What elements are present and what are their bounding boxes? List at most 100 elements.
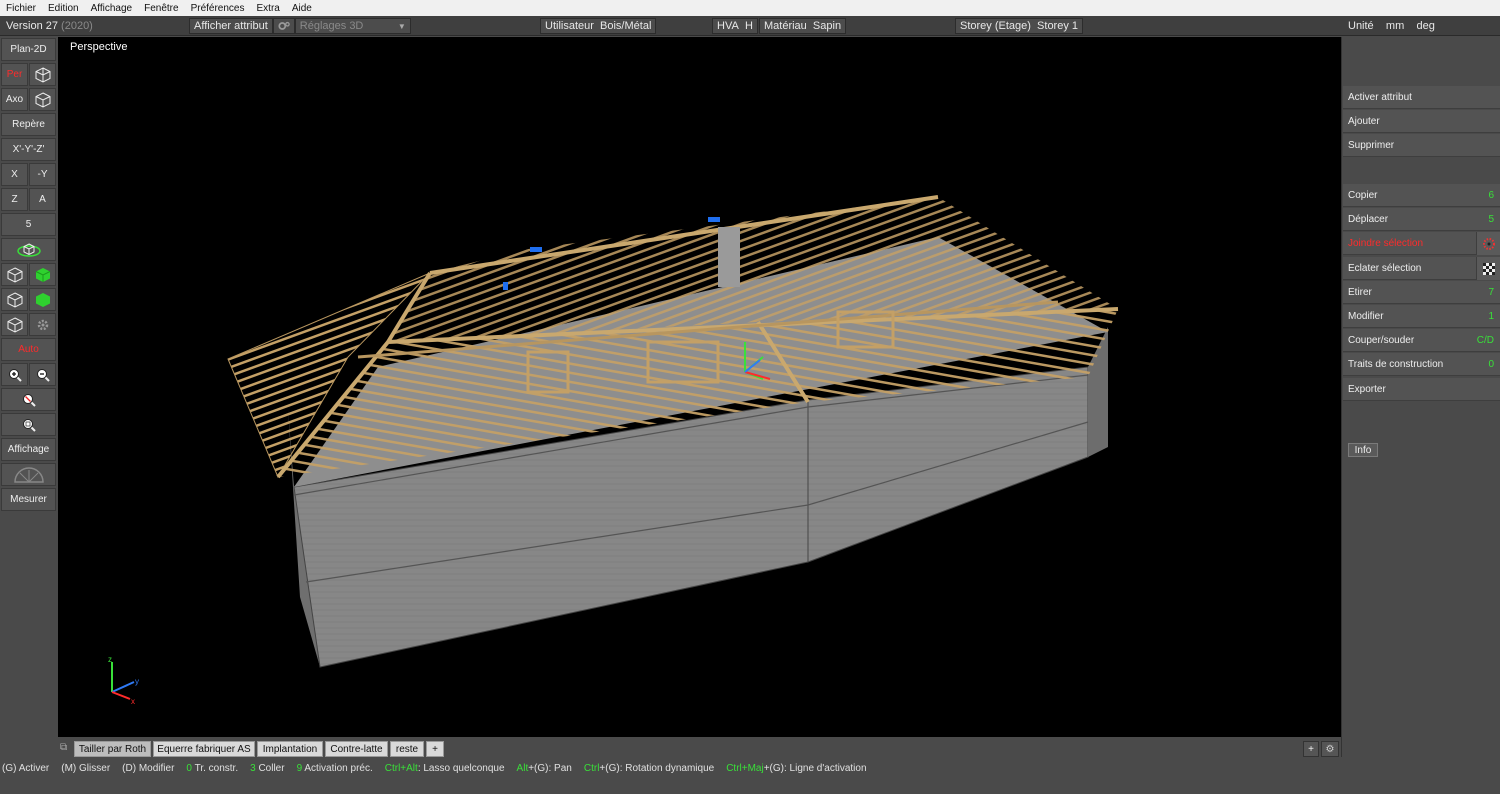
activer-attribut-label: Activer attribut: [1348, 91, 1412, 103]
3d-viewport[interactable]: Perspective z y x: [58, 37, 1341, 737]
axo-cube-icon[interactable]: [29, 88, 56, 111]
tab-contre-latte[interactable]: Contre-latte: [325, 741, 388, 757]
afficher-attribut-button[interactable]: Afficher attribut: [189, 18, 273, 34]
zoom-window-icon[interactable]: [1, 413, 56, 436]
chimney-element: [718, 227, 740, 287]
zoom-in-icon[interactable]: [1, 363, 28, 386]
corner-axis-z-label: z: [108, 655, 112, 664]
axo-label: Axo: [5, 94, 24, 105]
xyz-label: X'-Y'-Z': [12, 144, 45, 155]
view-settings-gear-icon[interactable]: ⚙: [1321, 741, 1339, 757]
status-shortcut: 9: [296, 762, 303, 774]
xyz-button[interactable]: X'-Y'-Z': [1, 138, 56, 161]
menu-preferences[interactable]: Préférences: [191, 3, 245, 14]
tab-tailler-par-roth[interactable]: Tailler par Roth: [74, 741, 151, 757]
status-shortcut: 0: [186, 762, 192, 774]
exporter-label: Exporter: [1348, 383, 1386, 395]
status-coller: 3 Coller: [250, 763, 284, 774]
activer-attribut-button[interactable]: Activer attribut: [1343, 86, 1500, 109]
status-activation-prec: 9 Activation préc.: [297, 763, 373, 774]
menu-edition[interactable]: Edition: [48, 3, 79, 14]
unite-label: Unité: [1348, 20, 1374, 32]
copier-button[interactable]: Copier 6: [1343, 184, 1500, 207]
supprimer-label: Supprimer: [1348, 139, 1395, 151]
gears-icon[interactable]: [272, 18, 295, 34]
menu-affichage[interactable]: Affichage: [91, 3, 133, 14]
blue-marker-2: [708, 217, 720, 222]
status-text: Activation préc.: [304, 762, 373, 774]
auto-button[interactable]: Auto: [1, 338, 56, 361]
mesurer-button[interactable]: Mesurer: [1, 488, 56, 511]
couper-souder-button[interactable]: Couper/souder C/D: [1343, 329, 1500, 352]
status-ligne-activation: Ctrl+Maj+(G): Ligne d'activation: [726, 763, 866, 774]
menu-fichier[interactable]: Fichier: [6, 3, 36, 14]
status-shortcut: Ctrl+Maj: [726, 762, 764, 774]
axo-button[interactable]: Axo: [1, 88, 28, 111]
repere-label: Repère: [12, 119, 45, 130]
deplacer-button[interactable]: Déplacer 5: [1343, 208, 1500, 231]
reglages-3d-value: Réglages 3D: [299, 20, 364, 32]
materiau-field[interactable]: Matériau Sapin: [759, 17, 847, 35]
tab-list-icon[interactable]: ⧉: [60, 742, 67, 753]
joindre-selection-button[interactable]: Joindre sélection: [1343, 232, 1500, 255]
unit-length: mm: [1385, 20, 1405, 32]
status-activer: (G) Activer: [2, 763, 49, 774]
eclater-selection-button[interactable]: Eclater sélection: [1343, 257, 1500, 280]
units-field[interactable]: Unité mm deg: [1344, 17, 1439, 35]
wireframe-cube-icon[interactable]: [1, 263, 28, 286]
perspective-cube-icon[interactable]: [29, 63, 56, 86]
add-view-button[interactable]: +: [1303, 741, 1319, 757]
exporter-button[interactable]: Exporter: [1343, 378, 1500, 401]
deplacer-label: Déplacer: [1348, 213, 1389, 225]
chevron-down-icon: ▼: [397, 21, 406, 31]
reglages-3d-select[interactable]: Réglages 3D ▼: [294, 18, 411, 34]
zoom-extents-icon[interactable]: [1, 388, 56, 411]
traits-construction-shortcut: 0: [1488, 358, 1494, 370]
attribute-controls: Afficher attribut Réglages 3D ▼: [189, 17, 411, 35]
protractor-icon[interactable]: [1, 463, 56, 486]
supprimer-button[interactable]: Supprimer: [1343, 134, 1500, 157]
z-view-button[interactable]: Z: [1, 188, 28, 211]
storey-field[interactable]: Storey (Etage) Storey 1: [955, 17, 1084, 35]
modifier-button[interactable]: Modifier 1: [1343, 305, 1500, 328]
materiau-value: Sapin: [812, 20, 842, 32]
green-rotate-cube-icon[interactable]: [1, 238, 56, 261]
menu-extra[interactable]: Extra: [257, 3, 280, 14]
outline-cube-icon[interactable]: [1, 313, 28, 336]
minus-y-view-button[interactable]: -Y: [29, 163, 56, 186]
x-view-button[interactable]: X: [1, 163, 28, 186]
repere-button[interactable]: Repère: [1, 113, 56, 136]
gear-icon[interactable]: [29, 313, 56, 336]
info-tab-label: Info: [1354, 444, 1372, 456]
copier-label: Copier: [1348, 189, 1378, 201]
utilisateur-field[interactable]: Utilisateur Bois/Métal: [540, 17, 657, 35]
etirer-button[interactable]: Etirer 7: [1343, 281, 1500, 304]
hidden-line-cube-icon[interactable]: [1, 288, 28, 311]
tab-implantation[interactable]: Implantation: [257, 741, 323, 757]
affichage-button[interactable]: Affichage: [1, 438, 56, 461]
zoom-out-icon[interactable]: [29, 363, 56, 386]
a-view-button[interactable]: A: [29, 188, 56, 211]
tab-reste[interactable]: reste: [390, 741, 424, 757]
tab-implantation-label: Implantation: [262, 743, 318, 755]
menu-fenetre[interactable]: Fenêtre: [144, 3, 178, 14]
affichage-label: Affichage: [7, 444, 50, 455]
menu-aide[interactable]: Aide: [292, 3, 312, 14]
shaded-green-cube-icon[interactable]: [29, 288, 56, 311]
add-tab-button[interactable]: +: [426, 741, 444, 757]
afficher-attribut-label: Afficher attribut: [194, 20, 268, 32]
eclater-selection-label: Eclater sélection: [1348, 262, 1422, 274]
five-button[interactable]: 5: [1, 213, 56, 236]
plan2d-button[interactable]: Plan-2D: [1, 38, 56, 61]
solid-green-cube-icon[interactable]: [29, 263, 56, 286]
tab-equerre-fabriquer[interactable]: Equerre fabriquer AS: [153, 741, 255, 757]
info-tab[interactable]: Info: [1348, 443, 1378, 457]
status-key: (M): [61, 762, 77, 774]
deplacer-shortcut: 5: [1488, 213, 1494, 225]
minus-y-label: -Y: [37, 169, 48, 180]
x-label: X: [11, 169, 18, 180]
per-button[interactable]: Per: [1, 63, 28, 86]
traits-construction-button[interactable]: Traits de construction 0: [1343, 353, 1500, 376]
hva-field[interactable]: HVA H: [712, 17, 758, 35]
ajouter-button[interactable]: Ajouter: [1343, 110, 1500, 133]
